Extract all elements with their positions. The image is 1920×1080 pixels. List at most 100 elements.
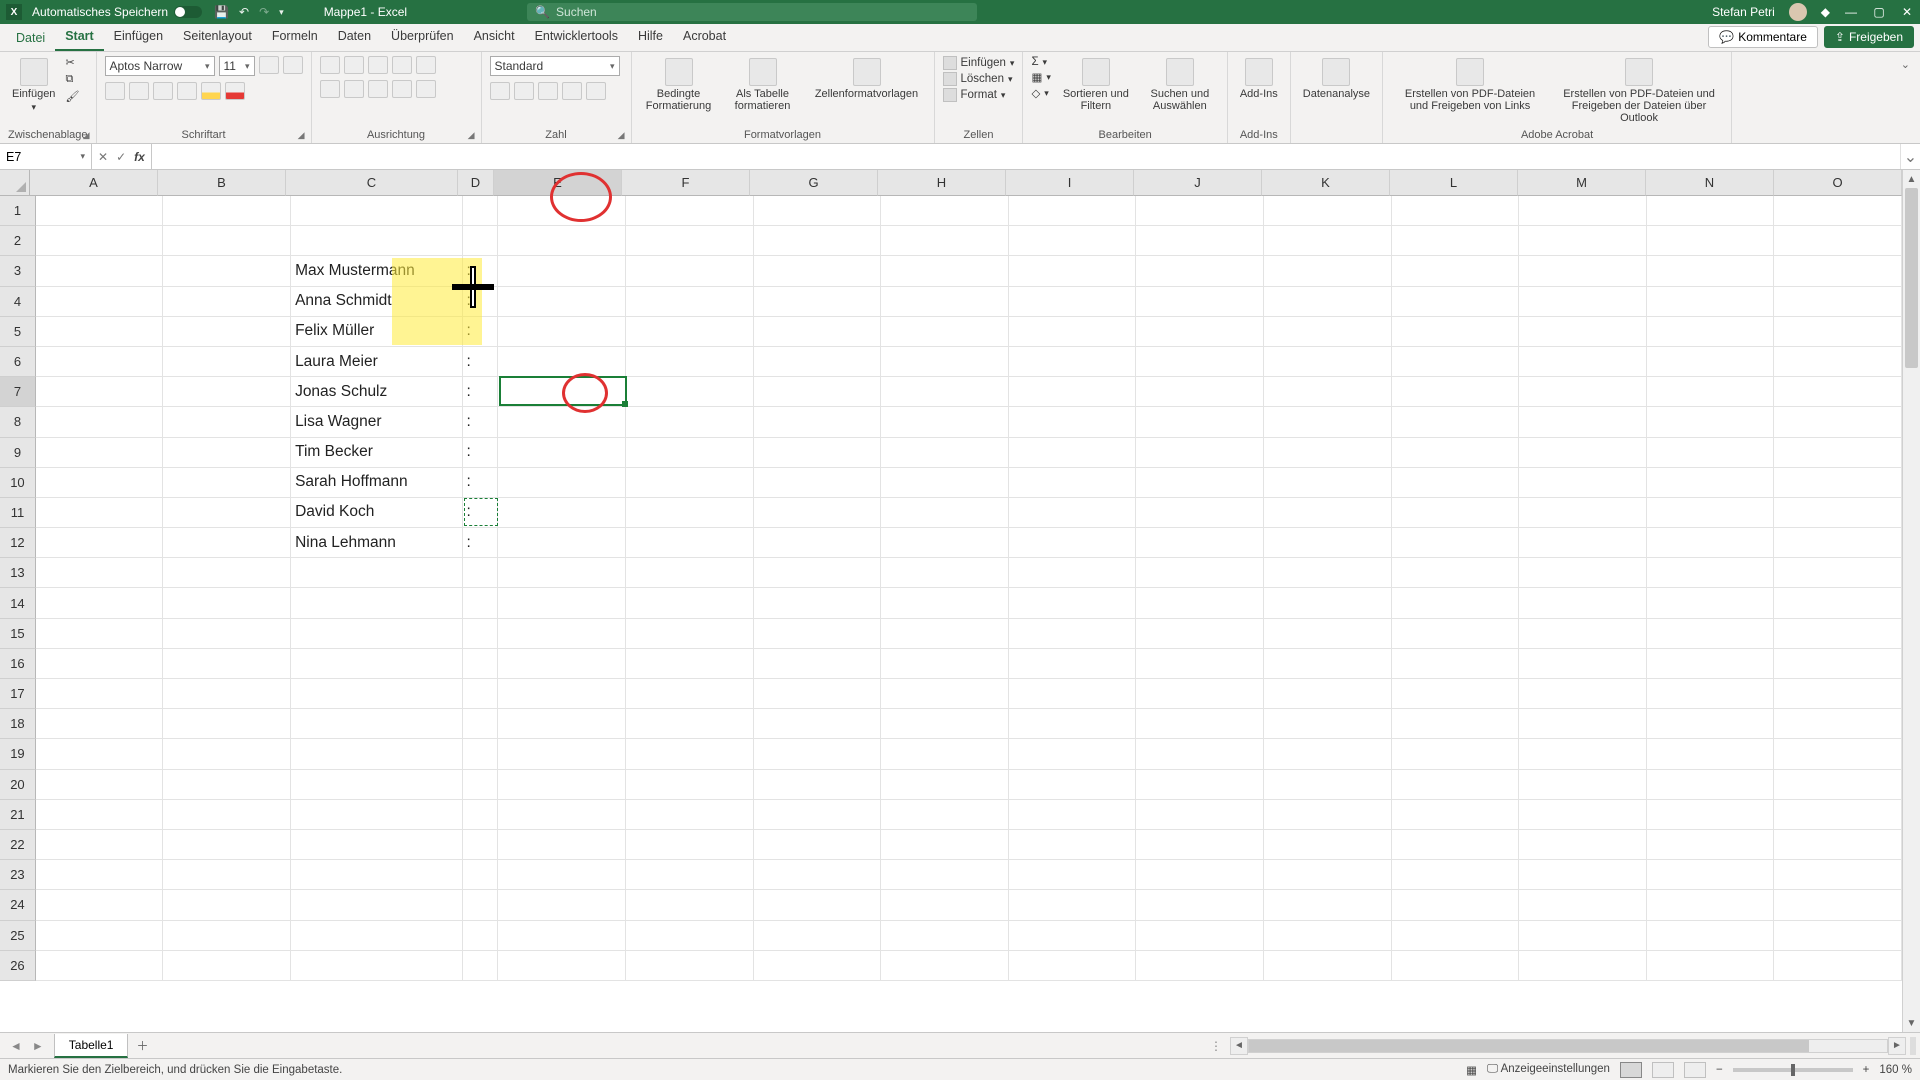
cell[interactable] <box>1774 256 1902 286</box>
cell[interactable] <box>291 921 462 951</box>
cell[interactable] <box>1519 347 1647 377</box>
cell[interactable] <box>1009 468 1137 498</box>
column-header[interactable]: K <box>1262 170 1390 196</box>
row-header[interactable]: 19 <box>0 739 36 769</box>
cell[interactable] <box>1264 951 1392 981</box>
cell[interactable] <box>1009 951 1137 981</box>
cell[interactable] <box>163 588 291 618</box>
cell[interactable] <box>1774 528 1902 558</box>
cell[interactable] <box>626 407 754 437</box>
cell[interactable] <box>163 679 291 709</box>
cell[interactable] <box>36 619 164 649</box>
cell[interactable] <box>1264 679 1392 709</box>
cell[interactable] <box>881 709 1009 739</box>
tab-entwicklertools[interactable]: Entwicklertools <box>525 24 628 51</box>
column-header[interactable]: L <box>1390 170 1518 196</box>
column-header[interactable]: H <box>878 170 1006 196</box>
chevron-down-icon[interactable]: ▾ <box>80 151 85 162</box>
zoom-slider[interactable] <box>1733 1068 1853 1072</box>
cell[interactable] <box>754 377 882 407</box>
sheet-nav-prev-icon[interactable]: ◄ <box>6 1037 26 1055</box>
cell[interactable] <box>1392 196 1520 226</box>
cell[interactable] <box>1774 558 1902 588</box>
cell[interactable] <box>291 649 462 679</box>
cell[interactable] <box>36 890 164 920</box>
sheet-split-icon[interactable]: ⋮ <box>1210 1039 1222 1053</box>
cell[interactable] <box>498 468 626 498</box>
cell[interactable] <box>1647 649 1775 679</box>
cell[interactable] <box>1519 649 1647 679</box>
column-header[interactable]: E <box>494 170 622 196</box>
cell[interactable] <box>1519 226 1647 256</box>
cell[interactable] <box>881 407 1009 437</box>
cell[interactable] <box>754 558 882 588</box>
align-middle-icon[interactable] <box>344 56 364 74</box>
column-header[interactable]: C <box>286 170 458 196</box>
cell[interactable] <box>36 498 164 528</box>
sheet-nav-next-icon[interactable]: ► <box>28 1037 48 1055</box>
column-header[interactable]: J <box>1134 170 1262 196</box>
row-header[interactable]: 16 <box>0 649 36 679</box>
cell[interactable] <box>36 921 164 951</box>
cell[interactable] <box>1264 739 1392 769</box>
cell[interactable] <box>1519 468 1647 498</box>
cell[interactable] <box>1392 438 1520 468</box>
zoom-out-button[interactable]: − <box>1716 1064 1723 1076</box>
cell[interactable] <box>463 830 499 860</box>
column-header[interactable]: O <box>1774 170 1902 196</box>
cell[interactable] <box>1774 890 1902 920</box>
cell[interactable] <box>1264 256 1392 286</box>
cell[interactable] <box>1136 770 1264 800</box>
accessibility-icon[interactable]: ▦ <box>1466 1063 1477 1077</box>
cell[interactable] <box>463 860 499 890</box>
cell[interactable] <box>1519 558 1647 588</box>
cell[interactable] <box>1264 890 1392 920</box>
cell[interactable] <box>463 709 499 739</box>
orientation-icon[interactable] <box>392 56 412 74</box>
cell[interactable] <box>36 679 164 709</box>
cell[interactable] <box>1519 709 1647 739</box>
cell[interactable] <box>881 800 1009 830</box>
italic-icon[interactable] <box>129 82 149 100</box>
row-header[interactable]: 17 <box>0 679 36 709</box>
row-header[interactable]: 10 <box>0 468 36 498</box>
cell[interactable] <box>1264 830 1392 860</box>
cell[interactable] <box>36 377 164 407</box>
cell[interactable] <box>163 558 291 588</box>
cell[interactable] <box>1647 739 1775 769</box>
row-header[interactable]: 11 <box>0 498 36 528</box>
cell[interactable] <box>881 770 1009 800</box>
cell[interactable] <box>881 256 1009 286</box>
select-all-corner[interactable] <box>0 170 30 196</box>
user-name[interactable]: Stefan Petri <box>1712 5 1775 19</box>
cell[interactable] <box>1264 528 1392 558</box>
cell[interactable] <box>1647 377 1775 407</box>
cell[interactable] <box>754 770 882 800</box>
cell[interactable] <box>1009 860 1137 890</box>
cell[interactable] <box>498 438 626 468</box>
vertical-scrollbar[interactable]: ▲ ▼ <box>1902 170 1920 1032</box>
cell[interactable] <box>463 951 499 981</box>
align-left-icon[interactable] <box>320 80 340 98</box>
cell[interactable] <box>291 770 462 800</box>
cell[interactable] <box>754 196 882 226</box>
tab-acrobat[interactable]: Acrobat <box>673 24 736 51</box>
cell[interactable] <box>881 347 1009 377</box>
cell[interactable] <box>1009 377 1137 407</box>
cell[interactable] <box>626 649 754 679</box>
cell[interactable] <box>291 679 462 709</box>
cell[interactable] <box>626 438 754 468</box>
increase-font-icon[interactable] <box>259 56 279 74</box>
cell[interactable] <box>1647 226 1775 256</box>
search-box[interactable]: 🔍 Suchen <box>527 3 977 21</box>
tab-start[interactable]: Start <box>55 24 103 51</box>
cut-icon[interactable]: ✂ <box>65 56 79 69</box>
collapse-ribbon-icon[interactable]: ⌄ <box>1891 52 1920 77</box>
cell[interactable] <box>1392 890 1520 920</box>
cell[interactable] <box>498 830 626 860</box>
cell[interactable] <box>1264 287 1392 317</box>
row-header[interactable]: 22 <box>0 830 36 860</box>
cell[interactable] <box>881 498 1009 528</box>
cell[interactable] <box>881 468 1009 498</box>
cell[interactable] <box>1647 679 1775 709</box>
